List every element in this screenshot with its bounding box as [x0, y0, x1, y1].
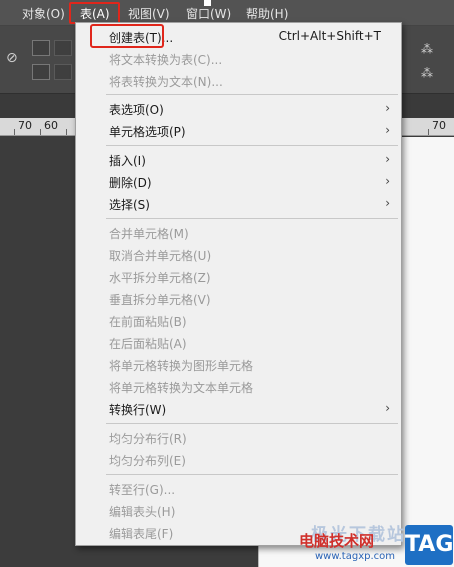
- menu-item-split-vertical: 垂直拆分单元格(V): [76, 288, 401, 310]
- ruler-number: 70: [432, 119, 446, 132]
- menu-item-convert-to-graphic-cell: 将单元格转换为图形单元格: [76, 354, 401, 376]
- menu-item-merge-cells: 合并单元格(M): [76, 222, 401, 244]
- menu-item-paste-after: 在后面粘贴(A): [76, 332, 401, 354]
- menu-item-label: 删除(D): [109, 176, 152, 190]
- menu-item-label: 将单元格转换为文本单元格: [109, 381, 254, 395]
- menu-item-distribute-rows: 均匀分布行(R): [76, 427, 401, 449]
- watermark-tag-logo: TAG: [405, 525, 453, 565]
- menu-item-split-horizontal: 水平拆分单元格(Z): [76, 266, 401, 288]
- menu-item-cell-options[interactable]: 单元格选项(P) ›: [76, 120, 401, 142]
- submenu-arrow-icon: ›: [385, 174, 390, 188]
- submenu-arrow-icon: ›: [385, 152, 390, 166]
- highlight-box-create-table: [90, 24, 164, 48]
- menu-item-label: 在后面粘贴(A): [109, 337, 187, 351]
- menu-separator: [106, 423, 398, 424]
- menu-separator: [106, 145, 398, 146]
- menu-item-distribute-columns: 均匀分布列(E): [76, 449, 401, 471]
- menu-separator: [106, 474, 398, 475]
- menu-item-insert[interactable]: 插入(I) ›: [76, 149, 401, 171]
- ruler-number: 70: [18, 119, 32, 132]
- menu-item-paste-before: 在前面粘贴(B): [76, 310, 401, 332]
- ruler-tick: [66, 129, 67, 135]
- menu-item-label: 将表转换为文本(N)...: [109, 75, 223, 89]
- menu-item-label: 表选项(O): [109, 103, 164, 117]
- menu-item-label: 转换行(W): [109, 403, 167, 417]
- menu-item-label: 将单元格转换为图形单元格: [109, 359, 254, 373]
- menu-view[interactable]: 视图(V): [128, 5, 170, 22]
- menu-item-label: 均匀分布列(E): [109, 454, 186, 468]
- link-icon[interactable]: ⊘: [6, 50, 18, 66]
- highlight-box-table-menu: [69, 2, 120, 24]
- column-width-icon[interactable]: [32, 64, 50, 80]
- ruler-tick: [14, 129, 15, 135]
- submenu-arrow-icon: ›: [385, 101, 390, 115]
- menu-item-label: 转至行(G)...: [109, 483, 176, 497]
- menu-item-label: 垂直拆分单元格(V): [109, 293, 211, 307]
- align-icon[interactable]: ⁂: [421, 66, 433, 80]
- watermark-url: www.tagxp.com: [315, 551, 395, 562]
- menu-item-label: 在前面粘贴(B): [109, 315, 187, 329]
- menu-item-delete[interactable]: 删除(D) ›: [76, 171, 401, 193]
- menu-help[interactable]: 帮助(H): [246, 5, 288, 22]
- shortcut-label: Ctrl+Alt+Shift+T: [278, 29, 381, 43]
- watermark: 极光下载站 电脑技术网 www.tagxp.com TAG: [295, 520, 454, 567]
- submenu-arrow-icon: ›: [385, 123, 390, 137]
- menu-item-convert-to-text-cell: 将单元格转换为文本单元格: [76, 376, 401, 398]
- distribute-icon[interactable]: ⁂: [421, 42, 433, 56]
- menu-item-label: 将文本转换为表(C)...: [109, 53, 223, 67]
- window-notch: [204, 0, 211, 6]
- menu-item-convert-rows[interactable]: 转换行(W) ›: [76, 398, 401, 420]
- menu-separator: [106, 218, 398, 219]
- stepper-down[interactable]: [54, 64, 72, 80]
- table-dropdown-menu: 创建表(T)... Ctrl+Alt+Shift+T 将文本转换为表(C)...…: [75, 22, 402, 546]
- menu-item-label: 编辑表头(H): [109, 505, 176, 519]
- menu-item-label: 取消合并单元格(U): [109, 249, 212, 263]
- menu-item-edit-header: 编辑表头(H): [76, 500, 401, 522]
- menu-item-label: 选择(S): [109, 198, 150, 212]
- menu-item-table-options[interactable]: 表选项(O) ›: [76, 98, 401, 120]
- ruler-number: 60: [44, 119, 58, 132]
- menu-item-select[interactable]: 选择(S) ›: [76, 193, 401, 215]
- menu-separator: [106, 94, 398, 95]
- menu-item-label: 合并单元格(M): [109, 227, 189, 241]
- menu-item-convert-text-to-table: 将文本转换为表(C)...: [76, 48, 401, 70]
- menu-item-unmerge-cells: 取消合并单元格(U): [76, 244, 401, 266]
- menu-item-label: 水平拆分单元格(Z): [109, 271, 211, 285]
- ruler-tick: [40, 129, 41, 135]
- row-height-icon[interactable]: [32, 40, 50, 56]
- watermark-site-name: 电脑技术网: [299, 532, 375, 550]
- submenu-arrow-icon: ›: [385, 401, 390, 415]
- menu-item-label: 均匀分布行(R): [109, 432, 187, 446]
- stepper-up[interactable]: [54, 40, 72, 56]
- ruler-tick: [428, 129, 429, 135]
- menu-object[interactable]: 对象(O): [22, 5, 65, 22]
- menu-item-go-to-row: 转至行(G)...: [76, 478, 401, 500]
- submenu-arrow-icon: ›: [385, 196, 390, 210]
- menu-item-convert-table-to-text: 将表转换为文本(N)...: [76, 70, 401, 92]
- menu-window[interactable]: 窗口(W): [186, 5, 231, 22]
- menu-item-label: 单元格选项(P): [109, 125, 186, 139]
- menu-item-label: 插入(I): [109, 154, 146, 168]
- menu-item-label: 编辑表尾(F): [109, 527, 174, 541]
